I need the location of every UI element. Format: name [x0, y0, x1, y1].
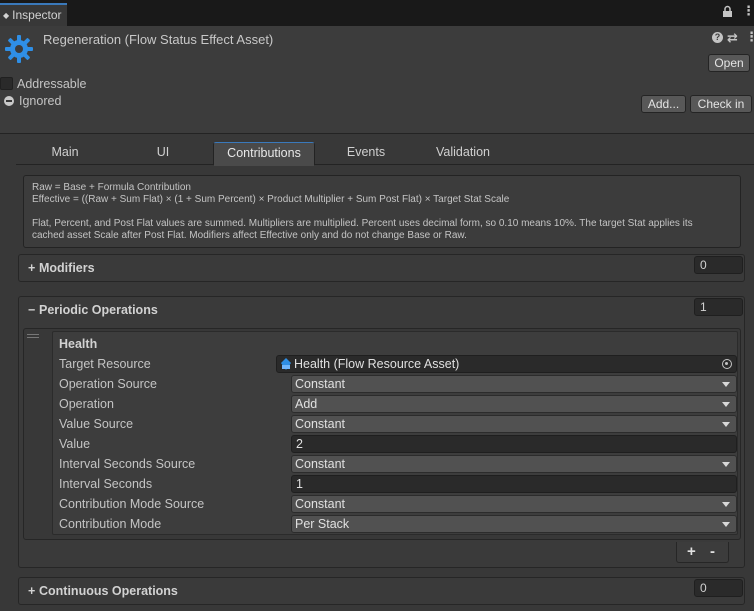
remove-element-button[interactable]: -	[710, 543, 715, 560]
dropdown-arrow-icon	[722, 522, 730, 527]
help-icon[interactable]: ?	[712, 32, 723, 43]
help-line-description-cont: cached asset Scale after Post Flat. Modi…	[32, 230, 467, 241]
ignored-status-icon	[4, 96, 14, 106]
periodic-operations-header[interactable]: − Periodic Operations	[19, 297, 744, 323]
operation-source-value: Constant	[295, 377, 346, 391]
formula-help-box: Raw = Base + Formula Contribution Effect…	[23, 175, 741, 248]
tab-main[interactable]: Main	[16, 142, 114, 165]
help-line-description: Flat, Percent, and Post Flat values are …	[32, 218, 693, 229]
interval-input[interactable]: 1	[291, 475, 737, 493]
expand-icon: +	[28, 261, 36, 275]
continuous-operations-label: Continuous Operations	[39, 584, 178, 598]
dropdown-arrow-icon	[722, 462, 730, 467]
operation-dropdown[interactable]: Add	[291, 395, 737, 413]
value-label: Value	[59, 437, 91, 451]
dropdown-arrow-icon	[722, 502, 730, 507]
operation-value: Add	[295, 397, 318, 411]
help-line-effective: Effective = ((Raw + Sum Flat) × (1 + Sum…	[32, 194, 510, 205]
asset-title: Regeneration (Flow Status Effect Asset)	[43, 32, 274, 47]
dropdown-arrow-icon	[722, 402, 730, 407]
value-source-label: Value Source	[59, 417, 134, 431]
window-tab-strip	[0, 0, 754, 26]
element-title[interactable]: Health	[59, 335, 97, 353]
periodic-operations-label: Periodic Operations	[39, 303, 158, 317]
value-input[interactable]: 2	[291, 435, 737, 453]
inspector-dot-icon: ◆	[3, 11, 10, 20]
tab-validation[interactable]: Validation	[416, 142, 510, 165]
mode-source-dropdown[interactable]: Constant	[291, 495, 737, 513]
more-options-icon[interactable]: ⋮	[742, 3, 754, 19]
dropdown-arrow-icon	[722, 382, 730, 387]
mode-value: Per Stack	[295, 517, 350, 531]
expand-icon: +	[28, 584, 36, 598]
target-resource-value: Health (Flow Resource Asset)	[294, 357, 460, 371]
target-resource-field[interactable]: Health (Flow Resource Asset)	[276, 355, 737, 373]
collapse-icon: −	[28, 303, 36, 317]
modifiers-count-field[interactable]: 0	[694, 256, 743, 274]
preset-sliders-icon[interactable]: ⇄	[727, 30, 738, 46]
interval-source-label: Interval Seconds Source	[59, 457, 196, 471]
tab-ui[interactable]: UI	[114, 142, 212, 165]
addressable-label: Addressable	[17, 77, 87, 91]
target-resource-label: Target Resource	[59, 357, 151, 371]
add-button[interactable]: Add...	[641, 95, 686, 113]
list-footer: + -	[676, 542, 729, 563]
tab-events[interactable]: Events	[316, 142, 416, 165]
tab-contributions[interactable]: Contributions	[213, 142, 315, 166]
object-picker-icon[interactable]	[722, 359, 732, 369]
continuous-operations-foldout[interactable]: + Continuous Operations	[18, 577, 745, 605]
open-button[interactable]: Open	[708, 54, 750, 72]
value-source-dropdown[interactable]: Constant	[291, 415, 737, 433]
help-line-raw: Raw = Base + Formula Contribution	[32, 182, 191, 193]
addressable-checkbox[interactable]	[0, 77, 13, 90]
operation-source-dropdown[interactable]: Constant	[291, 375, 737, 393]
mode-source-label: Contribution Mode Source	[59, 497, 205, 511]
mode-source-value: Constant	[295, 497, 346, 511]
interval-source-dropdown[interactable]: Constant	[291, 455, 737, 473]
ignored-label: Ignored	[19, 94, 62, 108]
add-element-button[interactable]: +	[687, 543, 696, 560]
value-source-value: Constant	[295, 417, 346, 431]
interval-source-value: Constant	[295, 457, 346, 471]
mode-dropdown[interactable]: Per Stack	[291, 515, 737, 533]
inspector-tab[interactable]: ◆ Inspector	[0, 3, 67, 26]
interval-label: Interval Seconds	[59, 477, 153, 491]
operation-source-label: Operation Source	[59, 377, 157, 391]
mode-label: Contribution Mode	[59, 517, 162, 531]
inspector-tab-label: Inspector	[12, 8, 62, 22]
dropdown-arrow-icon	[722, 422, 730, 427]
resource-asset-icon	[280, 358, 292, 374]
lock-icon[interactable]	[722, 5, 733, 21]
modifiers-label: Modifiers	[39, 261, 95, 275]
check-in-button[interactable]: Check in	[690, 95, 752, 113]
context-menu-icon[interactable]: ⋮	[745, 29, 754, 45]
continuous-count-field[interactable]: 0	[694, 579, 743, 597]
periodic-count-field[interactable]: 1	[694, 298, 743, 316]
modifiers-foldout[interactable]: + Modifiers	[18, 254, 745, 282]
drag-handle-icon[interactable]	[27, 334, 39, 340]
operation-label: Operation	[59, 397, 114, 411]
status-effect-gear-icon	[3, 33, 35, 65]
